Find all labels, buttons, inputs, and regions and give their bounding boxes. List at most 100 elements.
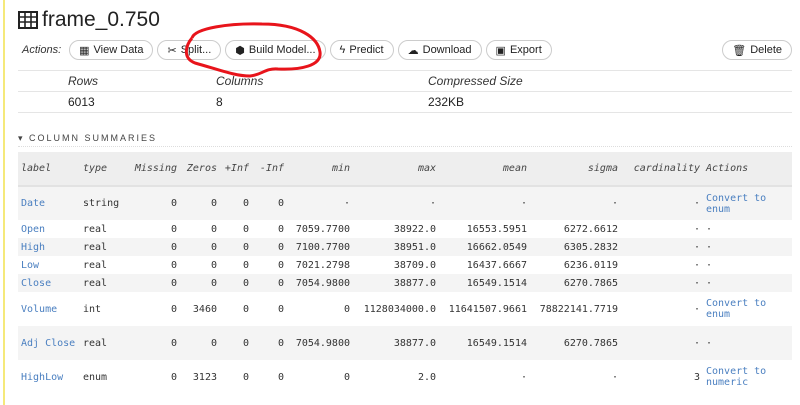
cell-mean: 16662.0549: [439, 238, 530, 256]
column-label-link[interactable]: High: [18, 238, 80, 256]
column-header-type: type: [80, 152, 128, 187]
table-row: Close real 0 0 0 0 7054.9800 38877.0 16549.1514 6…: [18, 274, 792, 292]
column-header-zeros: Zeros: [180, 152, 220, 187]
actions-label: Actions:: [22, 44, 62, 56]
build-model-button[interactable]: ⬢ Build Model...: [225, 40, 326, 60]
cell-cardinality: ·: [693, 259, 700, 271]
view-data-button[interactable]: ▦ View Data: [69, 40, 154, 60]
download-button[interactable]: ☁ Download: [397, 40, 482, 60]
cell-type: int: [83, 303, 102, 315]
frame-name: frame_0.750: [42, 8, 160, 31]
cell-sigma: ·: [530, 186, 621, 220]
cell-min: 7059.7700: [295, 223, 350, 235]
cell-cardinality: ·: [621, 238, 703, 256]
cell-max: 1128034000.0: [363, 303, 436, 315]
cell-type: real: [83, 259, 108, 271]
cell-inf: 0: [220, 274, 252, 292]
column-label-link[interactable]: Low: [18, 256, 80, 274]
column-label-link[interactable]: Volume: [18, 292, 80, 326]
grid-icon: ▦: [79, 44, 90, 57]
section-title: COLUMN SUMMARIES: [29, 133, 158, 143]
cell-min: 0: [343, 303, 350, 315]
column-header-cardinality: cardinality: [621, 152, 703, 187]
cell-missing: 0: [170, 223, 177, 235]
cell-zeros: 3123: [192, 371, 217, 383]
column-label-link[interactable]: Adj Close: [18, 326, 80, 360]
button-label: Export: [509, 44, 542, 56]
cell-mean: 16549.1514: [439, 326, 530, 360]
table-row: Adj Close real 0 0 0 0 7054.9800 38877.0 16549.1…: [18, 326, 792, 360]
column-label-link[interactable]: Open: [18, 220, 80, 238]
cell-missing: 0: [128, 274, 180, 292]
cell-type: real: [80, 274, 128, 292]
scissors-icon: ✂: [167, 44, 177, 57]
cell-mean: 16549.1514: [439, 274, 530, 292]
cell-sigma: 6270.7865: [530, 274, 621, 292]
cell-mean: 16437.6667: [466, 259, 527, 271]
cell-sigma: 78822141.7719: [539, 303, 618, 315]
cell-sigma: 6236.0119: [563, 259, 618, 271]
cell-cardinality: ·: [621, 186, 703, 220]
cell-max: 38709.0: [393, 259, 436, 271]
split-button[interactable]: ✂ Split...: [157, 40, 222, 60]
delete-button[interactable]: 🗑 Delete: [722, 40, 792, 60]
cell-max: 2.0: [417, 371, 436, 383]
export-button[interactable]: ▣ Export: [485, 40, 552, 60]
cell-sigma: 6305.2832: [530, 238, 621, 256]
table-row: Volume int 0 3460 0 0 0 1128034000.0 11641507.96…: [18, 292, 792, 326]
column-header-missing: Missing: [128, 152, 180, 187]
table-row: Low real 0 0 0 0 7021.2798 38709.0 16437.6667 623…: [18, 256, 792, 274]
column-summaries-table: label type Missing Zeros +Inf -Inf min max mean s…: [18, 152, 792, 394]
column-header-actions: Actions: [703, 152, 792, 187]
actions-cell: ·: [706, 223, 713, 235]
cell-cardinality: ·: [693, 223, 700, 235]
cell-inf: 0: [220, 238, 252, 256]
cell-sigma: 6270.7865: [530, 326, 621, 360]
column-header-mean: mean: [439, 152, 530, 187]
cell-type: enum: [83, 371, 108, 383]
cell-inf: 0: [252, 238, 287, 256]
table-row: Date string 0 0 0 0 · · · · · Convert to enum: [18, 186, 792, 220]
cell-cardinality: ·: [621, 274, 703, 292]
cell-type: real: [83, 223, 108, 235]
column-summaries-toggle[interactable]: ▾ COLUMN SUMMARIES: [18, 133, 792, 147]
column-header-min: min: [287, 152, 353, 187]
cell-mean: ·: [439, 186, 530, 220]
cell-missing: 0: [170, 303, 177, 315]
column-label-link[interactable]: HighLow: [18, 360, 80, 394]
predict-button[interactable]: ϟ Predict: [329, 40, 394, 60]
column-label-link[interactable]: Date: [18, 186, 80, 220]
cell-min: ·: [287, 186, 353, 220]
columns-header: Columns: [216, 74, 264, 88]
cell-inf: 0: [277, 371, 284, 383]
cell-type: string: [80, 186, 128, 220]
cell-inf: 0: [220, 186, 252, 220]
column-label-link[interactable]: Close: [18, 274, 80, 292]
frame-summary: Rows Columns Compressed Size 6013 8 232K…: [18, 70, 792, 113]
convert-action-link[interactable]: Convert to enum: [703, 292, 792, 326]
cell-mean: 16553.5951: [466, 223, 527, 235]
size-header: Compressed Size: [428, 74, 523, 88]
cell-zeros: 0: [180, 326, 220, 360]
cell-type: real: [80, 326, 128, 360]
cell-zeros: 0: [180, 274, 220, 292]
column-header-inf: +Inf: [220, 152, 252, 187]
column-header-inf: -Inf: [252, 152, 287, 187]
convert-action-link[interactable]: Convert to enum: [703, 186, 792, 220]
cell-sigma: ·: [611, 371, 618, 383]
cell-zeros: 3460: [192, 303, 217, 315]
actions-cell: ·: [703, 326, 792, 360]
cell-inf: 0: [252, 274, 287, 292]
cell-missing: 0: [128, 238, 180, 256]
cell-min: 7100.7700: [287, 238, 353, 256]
cell-inf: 0: [277, 259, 284, 271]
cell-inf: 0: [242, 371, 249, 383]
cell-min: 7054.9800: [287, 326, 353, 360]
button-label: Split...: [180, 44, 212, 56]
cell-max: 38922.0: [393, 223, 436, 235]
cell-max: ·: [353, 186, 439, 220]
cell-sigma: 6272.6612: [563, 223, 618, 235]
cell-zeros: 0: [210, 223, 217, 235]
convert-action-link[interactable]: Convert to numeric: [703, 360, 792, 394]
cell-inf: 0: [242, 259, 249, 271]
